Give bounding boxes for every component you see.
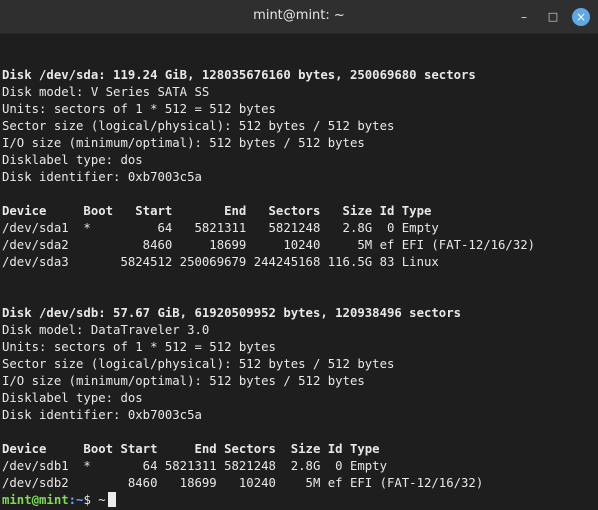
output-line: Disk identifier: 0xb7003c5a [2, 408, 202, 422]
partition-row-sdb2: /dev/sdb2 8460 18699 10240 5M ef EFI (FA… [2, 476, 484, 490]
partition-row-sda3: /dev/sda3 5824512 250069679 244245168 11… [2, 255, 439, 269]
terminal-output[interactable]: Disk /dev/sda: 119.24 GiB, 128035676160 … [0, 34, 598, 510]
close-icon[interactable]: × [572, 8, 590, 26]
prompt-user-host: mint@mint [2, 493, 69, 507]
partition-row-sda2: /dev/sda2 8460 18699 10240 5M ef EFI (FA… [2, 238, 536, 252]
output-line: Disklabel type: dos [2, 391, 143, 405]
terminal-window: mint@mint: ~ – □ × Disk /dev/sda: 119.24… [0, 0, 598, 510]
output-line: Disklabel type: dos [2, 153, 143, 167]
output-line: Sector size (logical/physical): 512 byte… [2, 119, 395, 133]
output-line: Units: sectors of 1 * 512 = 512 bytes [2, 102, 276, 116]
partition-table-header-sdb: Device Boot Start End Sectors Size Id Ty… [2, 442, 380, 456]
output-line: Sector size (logical/physical): 512 byte… [2, 357, 395, 371]
partition-table-header-sda: Device Boot Start End Sectors Size Id Ty… [2, 204, 432, 218]
partition-row-sdb1: /dev/sdb1 * 64 5821311 5821248 2.8G 0 Em… [2, 459, 387, 473]
prompt-input[interactable]: ~ [98, 493, 105, 507]
output-line: Units: sectors of 1 * 512 = 512 bytes [2, 340, 276, 354]
disk-header-sda: Disk /dev/sda: 119.24 GiB, 128035676160 … [2, 68, 476, 82]
minimize-icon[interactable]: – [515, 8, 533, 26]
command-prompt[interactable]: mint@mint:~$ ~ [2, 492, 116, 509]
output-line: Disk model: DataTraveler 3.0 [2, 323, 210, 337]
disk-header-sdb: Disk /dev/sdb: 57.67 GiB, 61920509952 by… [2, 306, 462, 320]
prompt-path: :~ [68, 493, 84, 507]
output-line: Disk identifier: 0xb7003c5a [2, 170, 202, 184]
maximize-icon[interactable]: □ [544, 8, 562, 26]
window-title: mint@mint: ~ [253, 8, 345, 23]
text-cursor [107, 492, 116, 507]
output-line: I/O size (minimum/optimal): 512 bytes / … [2, 374, 365, 388]
prompt-symbol: $ [83, 493, 99, 507]
title-bar[interactable]: mint@mint: ~ – □ × [0, 0, 598, 34]
output-line: Disk model: V Series SATA SS [2, 85, 210, 99]
partition-row-sda1: /dev/sda1 * 64 5821311 5821248 2.8G 0 Em… [2, 221, 439, 235]
output-line: I/O size (minimum/optimal): 512 bytes / … [2, 136, 365, 150]
